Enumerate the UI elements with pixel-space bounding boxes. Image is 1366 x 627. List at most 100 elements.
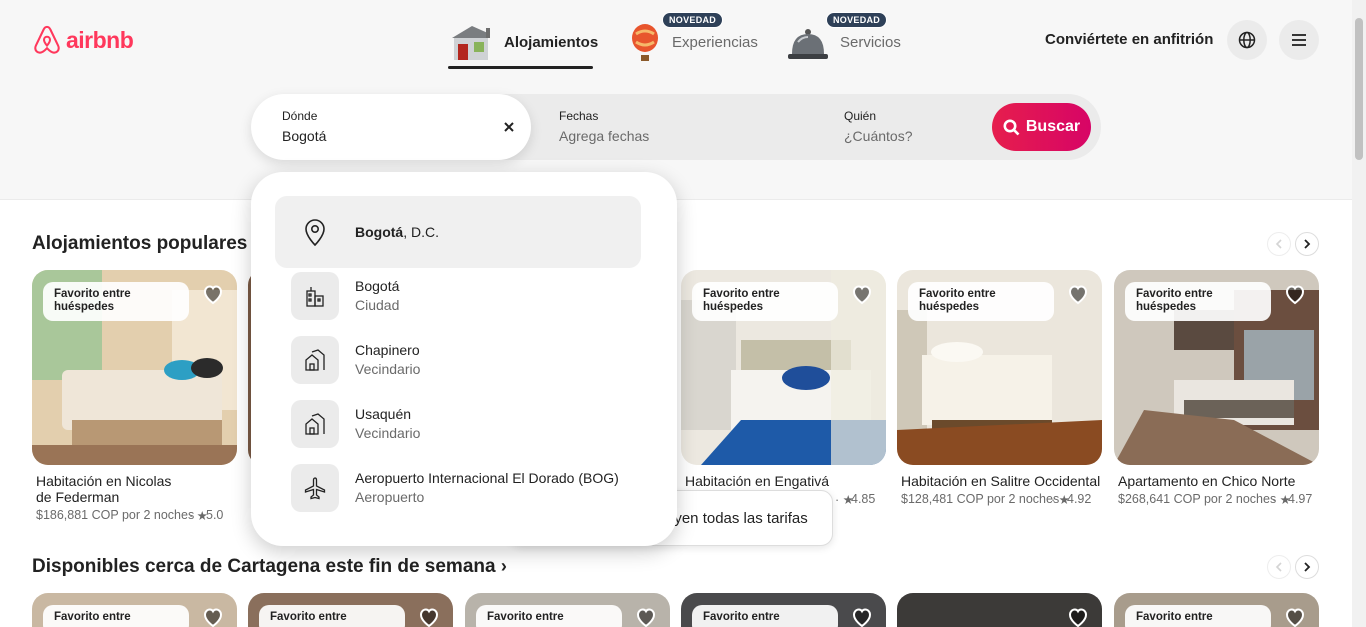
chevron-right-icon (1304, 239, 1311, 249)
guest-favorite-badge: Favorito entre huéspedes (692, 282, 838, 321)
chevron-right-icon: › (500, 556, 507, 576)
heart-icon[interactable] (634, 605, 658, 627)
location-pin-icon (291, 208, 339, 256)
guest-favorite-badge: Favorito entre huéspedes (43, 282, 189, 321)
suggestion-chapinero[interactable]: Chapinero Vecindario (275, 324, 641, 396)
tab-servicios-label: Servicios (840, 33, 901, 51)
listing-card-image[interactable]: Favorito entre (248, 593, 453, 627)
heart-icon[interactable] (417, 605, 441, 627)
guests-label: Quién (844, 109, 877, 123)
listing-price: $268,641 COP por 2 noches (1118, 492, 1277, 506)
guest-favorite-badge: Favorito entre (476, 605, 622, 627)
airplane-icon (291, 464, 339, 512)
listing-card-image[interactable]: Favorito entre (465, 593, 670, 627)
airbnb-logo[interactable]: airbnb (32, 24, 134, 56)
listing-price: $128,481 COP por 2 noches (901, 492, 1060, 506)
scrollbar-thumb[interactable] (1355, 18, 1363, 160)
dates-field[interactable] (531, 94, 816, 160)
hot-air-balloon-icon (632, 24, 658, 61)
heart-icon[interactable] (850, 605, 874, 627)
listing-rating: 5.0 (206, 508, 224, 522)
chevron-left-icon (1275, 239, 1282, 249)
listing-card-image[interactable]: Favorito entre huéspedes (681, 270, 886, 465)
section-title-popular: Alojamientos populares en (32, 233, 275, 254)
section-title-cartagena[interactable]: Disponibles cerca de Cartagena este fin … (32, 556, 507, 578)
where-input[interactable]: Bogotá (282, 128, 326, 144)
suggestion-name-bold: Bogotá (355, 223, 404, 240)
listing-title: Habitación en Salitre Occidental (901, 473, 1101, 489)
search-icon (1003, 119, 1020, 135)
listing-rating: 4.97 (1288, 492, 1313, 506)
guest-favorite-badge: Favorito entre huéspedes (908, 282, 1054, 321)
listing-card-image[interactable]: Favorito entre huéspedes (32, 270, 237, 465)
suggestion-usaquen[interactable]: Usaquén Vecindario (275, 388, 641, 460)
suggestion-name: Chapinero (355, 342, 420, 358)
listing-price: $186,881 COP por 2 noches (36, 508, 195, 522)
carousel-prev-button-2[interactable] (1267, 555, 1291, 579)
listing-title: Apartamento en Chico Norte (1118, 473, 1296, 489)
guest-favorite-badge: Favorito entre (259, 605, 405, 627)
new-badge-experiencias: NOVEDAD (662, 12, 724, 28)
search-button[interactable]: Buscar (992, 103, 1091, 151)
listing-title: Habitación en Nicolas (36, 473, 172, 489)
suggestion-name: Aeropuerto Internacional El Dorado (BOG) (355, 470, 619, 486)
carousel-next-button[interactable] (1295, 232, 1319, 256)
guest-favorite-badge: Favorito entre huéspedes (1125, 282, 1271, 321)
suggestion-name: Bogotá (355, 278, 400, 294)
listing-card-image[interactable] (897, 593, 1102, 627)
heart-icon[interactable] (201, 605, 225, 627)
close-icon (504, 122, 514, 132)
where-label: Dónde (282, 109, 318, 123)
house-icon (452, 26, 490, 60)
heart-icon[interactable] (1066, 605, 1090, 627)
tab-experiencias-label: Experiencias (672, 33, 758, 51)
heart-icon[interactable] (1066, 282, 1090, 306)
guests-field[interactable] (816, 94, 986, 160)
chevron-left-icon (1275, 562, 1282, 572)
total-price-text: uyen todas las tarifas (666, 510, 808, 527)
suggestion-name: Usaquén (355, 406, 412, 422)
airbnb-logo-icon (34, 25, 60, 54)
listing-title: Habitación en Engativá (685, 473, 829, 489)
tab-alojamientos[interactable]: Alojamientos (448, 14, 598, 70)
listing-card-image[interactable]: Favorito entre huéspedes (1114, 270, 1319, 465)
guest-favorite-badge: Favorito entre (692, 605, 838, 627)
suggestion-bogota-dc[interactable]: Bogotá, D.C. (275, 196, 641, 268)
suggestion-airport[interactable]: Aeropuerto Internacional El Dorado (BOG)… (275, 452, 641, 524)
active-tab-indicator (448, 66, 593, 69)
where-field[interactable] (251, 94, 531, 160)
language-button[interactable] (1227, 20, 1267, 60)
heart-icon[interactable] (850, 282, 874, 306)
heart-icon[interactable] (1283, 605, 1307, 627)
carousel-prev-button[interactable] (1267, 232, 1291, 256)
main-menu-button[interactable] (1279, 20, 1319, 60)
listing-card-image[interactable]: Favorito entre (32, 593, 237, 627)
suggestion-type: Vecindario (355, 425, 421, 441)
city-buildings-icon (291, 272, 339, 320)
menu-icon (1292, 34, 1306, 46)
listing-card-image[interactable]: Favorito entre (1114, 593, 1319, 627)
become-host-link[interactable]: Conviértete en anfitrión (1045, 31, 1213, 48)
suggestion-name-rest: , D.C. (403, 223, 439, 240)
suggestion-type: Aeropuerto (355, 489, 425, 505)
tab-alojamientos-label: Alojamientos (504, 33, 599, 51)
chevron-right-icon (1304, 562, 1311, 572)
clear-input-button[interactable] (499, 117, 519, 137)
listing-card-image[interactable]: Favorito entre huéspedes (897, 270, 1102, 465)
guest-favorite-badge: Favorito entre (1125, 605, 1271, 627)
carousel-next-button-2[interactable] (1295, 555, 1319, 579)
suggestion-bogota-city[interactable]: Bogotá Ciudad (275, 260, 641, 332)
listing-rating: 4.85 (851, 492, 876, 506)
suggestion-type: Ciudad (355, 297, 400, 313)
globe-icon (1238, 31, 1256, 49)
guest-favorite-badge: Favorito entre (43, 605, 189, 627)
guests-input[interactable]: ¿Cuántos? (844, 128, 912, 144)
dates-label: Fechas (559, 109, 599, 123)
section-title-cartagena-text: Disponibles cerca de Cartagena este fin … (32, 556, 496, 577)
listing-card-image[interactable]: Favorito entre (681, 593, 886, 627)
logo-text: airbnb (66, 26, 134, 53)
heart-icon[interactable] (201, 282, 225, 306)
dates-input[interactable]: Agrega fechas (559, 128, 649, 144)
heart-icon[interactable] (1283, 282, 1307, 306)
search-button-label: Buscar (1025, 118, 1081, 135)
